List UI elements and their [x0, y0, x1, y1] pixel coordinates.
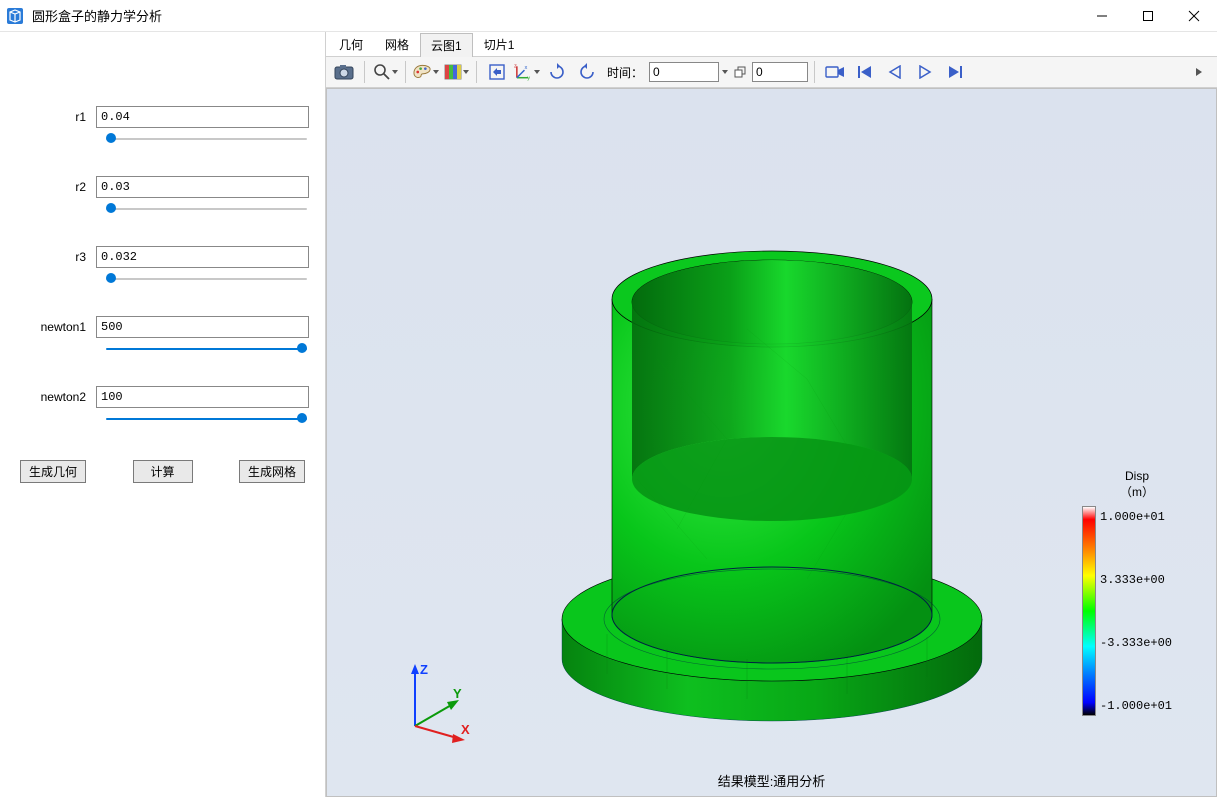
time-stop-button[interactable] — [730, 59, 750, 85]
legend-tick: 3.333e+00 — [1100, 573, 1165, 587]
screenshot-button[interactable] — [330, 59, 358, 85]
time-dropdown-icon[interactable] — [722, 70, 728, 74]
param-slider-r1[interactable] — [106, 132, 307, 146]
minimize-button[interactable] — [1079, 0, 1125, 32]
color-legend: Disp （m） 1.000e+01 3.333e+00 -3.333e+00 -1.… — [1082, 469, 1192, 716]
zoom-button[interactable] — [371, 59, 399, 85]
fit-view-button[interactable] — [483, 59, 511, 85]
tab-slice[interactable]: 切片1 — [473, 32, 526, 56]
param-slider-newton1[interactable] — [106, 342, 307, 356]
param-input-newton2[interactable] — [96, 386, 309, 408]
legend-tick: -1.000e+01 — [1100, 699, 1172, 713]
titlebar: 圆形盒子的静力学分析 — [0, 0, 1217, 32]
maximize-button[interactable] — [1125, 0, 1171, 32]
svg-text:z: z — [514, 63, 517, 69]
param-label-r1: r1 — [16, 110, 96, 124]
param-input-newton1[interactable] — [96, 316, 309, 338]
rotate-ccw-button[interactable] — [573, 59, 601, 85]
sidebar: r1 r2 r3 newton1 — [0, 32, 325, 797]
param-label-newton1: newton1 — [16, 320, 96, 334]
param-label-newton2: newton2 — [16, 390, 96, 404]
compute-button[interactable]: 计算 — [133, 460, 193, 483]
param-label-r2: r2 — [16, 180, 96, 194]
right-panel: 几何 网格 云图1 切片1 — [325, 32, 1217, 797]
param-input-r3[interactable] — [96, 246, 309, 268]
window-title: 圆形盒子的静力学分析 — [32, 6, 162, 25]
legend-colorbar — [1082, 506, 1096, 716]
param-slider-r3[interactable] — [106, 272, 307, 286]
colormap-button[interactable] — [442, 59, 470, 85]
tab-bar: 几何 网格 云图1 切片1 — [326, 32, 1217, 56]
param-slider-r2[interactable] — [106, 202, 307, 216]
model-render — [547, 179, 997, 739]
generate-geometry-button[interactable]: 生成几何 — [20, 460, 86, 483]
axis-gizmo: Z Y X — [395, 656, 485, 746]
viewport-3d[interactable]: Z Y X 结果模型:通用分析 Disp （m） 1.000e+01 3.333e… — [326, 88, 1217, 797]
play-button[interactable] — [911, 59, 939, 85]
legend-tick: 1.000e+01 — [1100, 510, 1165, 524]
close-button[interactable] — [1171, 0, 1217, 32]
axis-orient-button[interactable]: z y x — [513, 59, 541, 85]
legend-tick: -3.333e+00 — [1100, 636, 1172, 650]
svg-text:y: y — [527, 76, 530, 81]
rotate-cw-button[interactable] — [543, 59, 571, 85]
param-slider-newton2[interactable] — [106, 412, 307, 426]
svg-text:Z: Z — [420, 662, 428, 677]
param-input-r2[interactable] — [96, 176, 309, 198]
next-frame-button[interactable] — [941, 59, 969, 85]
generate-mesh-button[interactable]: 生成网格 — [239, 460, 305, 483]
first-frame-button[interactable] — [851, 59, 879, 85]
toolbar: z y x 时间： — [326, 56, 1217, 88]
time-input[interactable] — [649, 62, 719, 82]
prev-frame-button[interactable] — [881, 59, 909, 85]
svg-text:Y: Y — [453, 686, 462, 701]
legend-unit: （m） — [1120, 485, 1154, 499]
time-label: 时间： — [603, 64, 647, 81]
record-button[interactable] — [821, 59, 849, 85]
param-input-r1[interactable] — [96, 106, 309, 128]
param-label-r3: r3 — [16, 250, 96, 264]
time-secondary-input[interactable] — [752, 62, 808, 82]
tab-mesh[interactable]: 网格 — [374, 32, 420, 56]
overflow-button[interactable] — [1185, 59, 1213, 85]
svg-text:x: x — [524, 65, 527, 71]
svg-text:X: X — [461, 722, 470, 737]
viewport-caption: 结果模型:通用分析 — [327, 771, 1216, 790]
app-icon — [6, 7, 24, 25]
palette-button[interactable] — [412, 59, 440, 85]
tab-contour[interactable]: 云图1 — [420, 33, 473, 57]
tab-geometry[interactable]: 几何 — [328, 32, 374, 56]
legend-title: Disp — [1125, 469, 1149, 483]
